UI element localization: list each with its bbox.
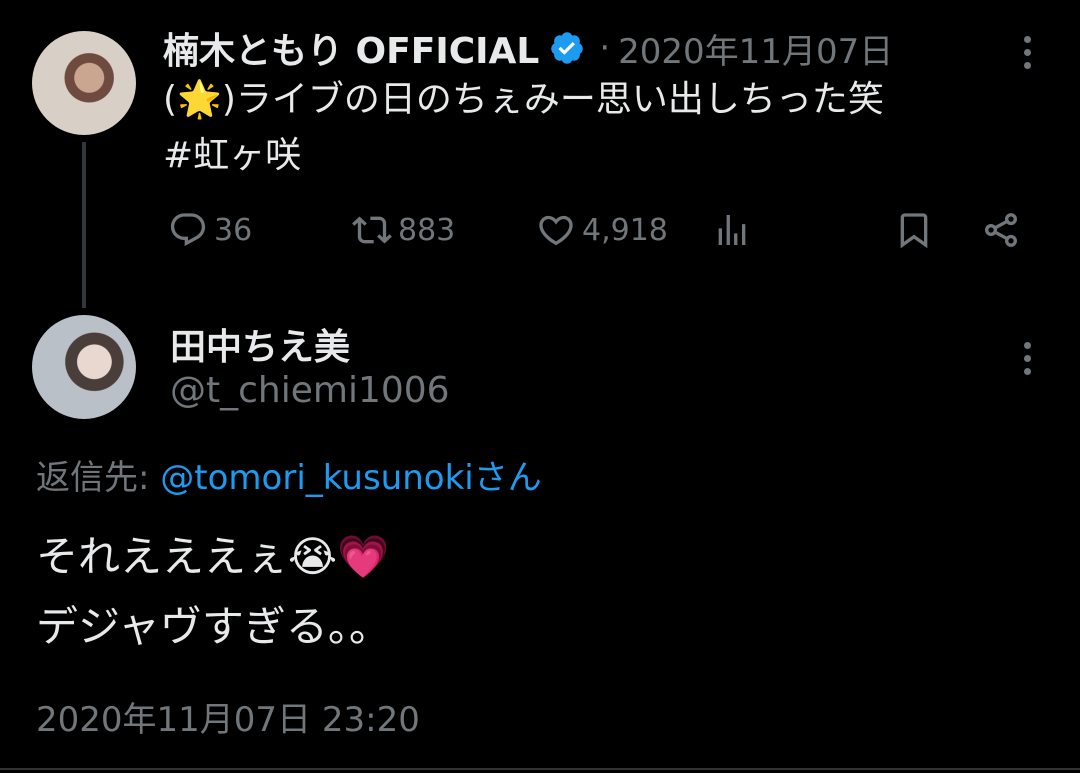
tweet1-header: 楠木ともり OFFICIAL · 2020年11月07日: [163, 22, 893, 74]
share-icon: [985, 213, 1017, 247]
tweet1-separator: ·: [599, 28, 611, 68]
crying-heart-emoji: 😭💗: [288, 532, 390, 581]
tweet2-line2: デジャヴすぎる。。: [36, 602, 391, 651]
tweet2-timestamp[interactable]: 2020年11月07日 23:20: [36, 692, 420, 741]
tweet2-handle[interactable]: @t_chiemi1006: [170, 370, 450, 411]
like-count: 4,918: [582, 212, 668, 248]
hashtag-link[interactable]: #虹ヶ咲: [163, 128, 301, 184]
star-emoji: 🌟: [177, 79, 222, 120]
tweet2-author-name[interactable]: 田中ちえ美: [170, 318, 350, 370]
tweet1-date[interactable]: 2020年11月07日: [618, 24, 893, 73]
tweet1-text-prefix: (: [163, 79, 178, 120]
avatar-tomori[interactable]: [32, 31, 136, 135]
reply-count: 36: [214, 212, 253, 248]
tweet1-text: (🌟)ライブの日のちぇみー思い出しちった笑: [163, 72, 884, 128]
retweet-count: 883: [398, 212, 456, 248]
avatar-chiemi[interactable]: [32, 315, 136, 419]
tweet1-author-name[interactable]: 楠木ともり OFFICIAL: [163, 22, 539, 74]
verified-badge-icon: [551, 32, 584, 64]
reply-label: 返信先:: [36, 458, 150, 498]
bookmark-button[interactable]: [894, 210, 934, 250]
tweet2-line1-text: それえええぇ: [36, 532, 289, 581]
share-button[interactable]: [981, 210, 1021, 250]
views-button[interactable]: [712, 210, 752, 250]
views-icon: [718, 215, 746, 245]
divider: [0, 768, 1080, 770]
reply-button[interactable]: 36: [168, 210, 252, 250]
tweet1-more-icon[interactable]: [1024, 36, 1032, 75]
retweet-icon: [352, 216, 392, 244]
tweet2-more-icon[interactable]: [1024, 342, 1032, 381]
tweet2-text: それえええぇ😭💗 デジャヴすぎる。。: [36, 522, 391, 662]
retweet-button[interactable]: 883: [352, 210, 455, 250]
tweet1-text-body: )ライブの日のちぇみー思い出しちった笑: [221, 79, 884, 120]
reply-suffix: さん: [473, 458, 542, 498]
reply-to-link[interactable]: @tomori_kusunoki: [160, 458, 473, 498]
tweet2-line1: それえええぇ😭💗: [36, 522, 391, 592]
heart-icon: [539, 215, 573, 246]
thread-connector: [82, 142, 86, 308]
bookmark-icon: [900, 213, 928, 249]
like-button[interactable]: 4,918: [536, 210, 668, 250]
reply-context: 返信先: @tomori_kusunokiさん: [36, 450, 542, 499]
reply-icon: [170, 213, 206, 247]
